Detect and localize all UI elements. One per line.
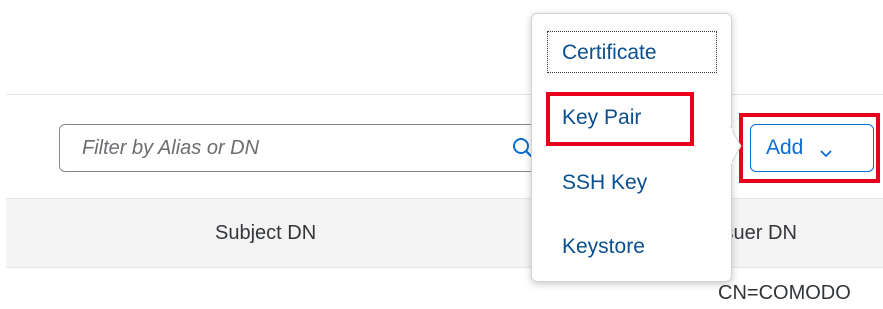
- column-header-subject-dn[interactable]: Subject DN: [215, 222, 375, 245]
- top-area: [0, 0, 883, 94]
- filter-field[interactable]: [59, 124, 539, 172]
- chevron-down-icon: [820, 150, 833, 158]
- add-button-label: Add: [766, 136, 804, 159]
- page: Subject DN Issuer DN CN=COMODO Add Certi…: [0, 0, 883, 309]
- menu-item-certificate[interactable]: Certificate: [562, 41, 657, 65]
- menu-item-key-pair[interactable]: Key Pair: [562, 106, 641, 130]
- popover-arrow: [730, 127, 742, 165]
- add-button[interactable]: Add: [750, 124, 874, 172]
- menu-item-keystore[interactable]: Keystore: [562, 235, 645, 259]
- filter-input[interactable]: [60, 125, 500, 171]
- menu-item-ssh-key[interactable]: SSH Key: [562, 171, 647, 195]
- table-cell-issuer-dn: CN=COMODO: [718, 282, 851, 304]
